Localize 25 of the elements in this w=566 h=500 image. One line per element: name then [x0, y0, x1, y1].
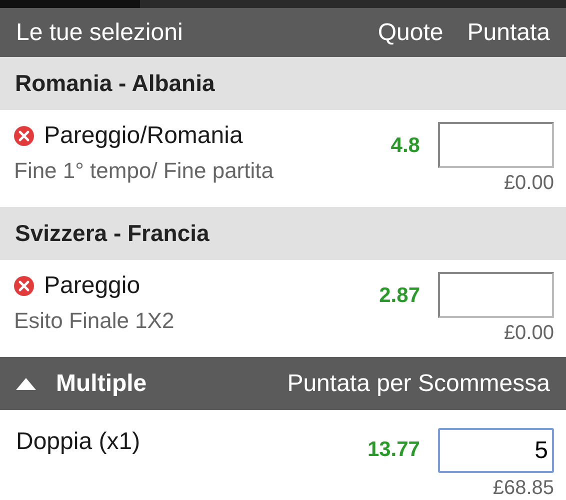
returns-amount: £0.00 [504, 172, 554, 195]
multiples-title: Multiple [56, 370, 148, 398]
stake-field[interactable] [438, 272, 554, 318]
returns-amount: £0.00 [504, 322, 554, 345]
header-title: Le tue selezioni [16, 18, 184, 46]
market-name: Esito Finale 1X2 [14, 308, 176, 334]
odds-heading: Quote [378, 18, 444, 46]
bet-name: Doppia (x1) [16, 428, 140, 456]
selection-name: Pareggio/Romania [44, 122, 243, 150]
odds-value: 2.87 [379, 284, 420, 309]
stake-field[interactable]: 5 [438, 428, 554, 473]
stake-field[interactable] [438, 122, 554, 168]
odds-value: 13.77 [367, 438, 420, 463]
returns-amount: £68.85 [492, 477, 554, 500]
market-name: Fine 1° tempo/ Fine partita [14, 158, 274, 184]
multiples-bar[interactable]: Multiple Puntata per Scommessa [0, 357, 566, 410]
odds-value: 4.8 [390, 134, 420, 159]
stake-heading: Puntata per Scommessa [287, 370, 550, 398]
match-header: Svizzera - Francia [0, 207, 566, 260]
collapse-icon[interactable] [16, 378, 36, 390]
remove-icon[interactable] [14, 276, 34, 296]
match-header: Romania - Albania [0, 57, 566, 110]
stake-heading: Puntata [467, 18, 550, 46]
remove-icon[interactable] [14, 126, 34, 146]
selection-name: Pareggio [44, 272, 140, 300]
